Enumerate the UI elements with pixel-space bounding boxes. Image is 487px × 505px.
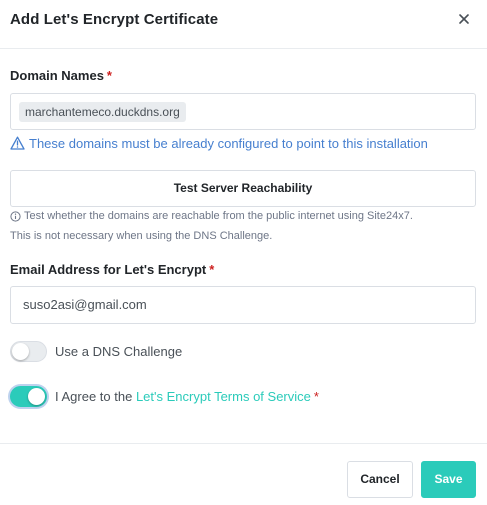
close-icon[interactable] (454, 9, 474, 29)
toggle-knob (12, 343, 29, 360)
terms-of-service-link[interactable]: Let's Encrypt Terms of Service (136, 389, 311, 404)
domain-chip[interactable]: marchantemeco.duckdns.org (19, 102, 186, 122)
email-input[interactable]: suso2asi@gmail.com (10, 286, 476, 324)
reachability-hint-line2: This is not necessary when using the DNS… (10, 230, 272, 242)
domain-names-label-text: Domain Names (10, 68, 104, 83)
reachability-hint-line1: Test whether the domains are reachable f… (10, 210, 413, 222)
required-mark: * (209, 262, 215, 277)
info-circle-icon (10, 210, 21, 222)
domain-warning: These domains must be already configured… (10, 134, 428, 152)
required-mark: * (106, 68, 112, 83)
save-button[interactable]: Save (421, 461, 476, 498)
agree-terms-toggle[interactable] (10, 386, 47, 407)
required-mark: * (313, 389, 319, 404)
dns-challenge-label: Use a DNS Challenge (55, 344, 183, 359)
dialog-header: Add Let's Encrypt Certificate (0, 0, 487, 49)
toggle-knob (28, 388, 45, 405)
add-certificate-dialog: Add Let's Encrypt Certificate Domain Nam… (0, 0, 487, 505)
domain-names-input[interactable]: marchantemeco.duckdns.org (10, 93, 476, 130)
test-server-reachability-button[interactable]: Test Server Reachability (10, 170, 476, 207)
cancel-button[interactable]: Cancel (347, 461, 413, 498)
agree-terms-label: I Agree to the Let's Encrypt Terms of Se… (55, 389, 319, 404)
domain-warning-text: These domains must be already configured… (29, 135, 428, 151)
dialog-footer (0, 443, 487, 505)
domain-names-label: Domain Names * (10, 68, 112, 83)
dns-challenge-toggle[interactable] (10, 341, 47, 362)
email-label-text: Email Address for Let's Encrypt (10, 262, 207, 277)
warning-triangle-icon (10, 136, 25, 150)
dialog-title: Add Let's Encrypt Certificate (10, 11, 219, 28)
email-label: Email Address for Let's Encrypt * (10, 262, 214, 277)
agree-terms-prefix: I Agree to the (55, 389, 136, 404)
reachability-hint-text: Test whether the domains are reachable f… (24, 210, 413, 222)
reachability-hint-text-2: This is not necessary when using the DNS… (10, 230, 273, 242)
